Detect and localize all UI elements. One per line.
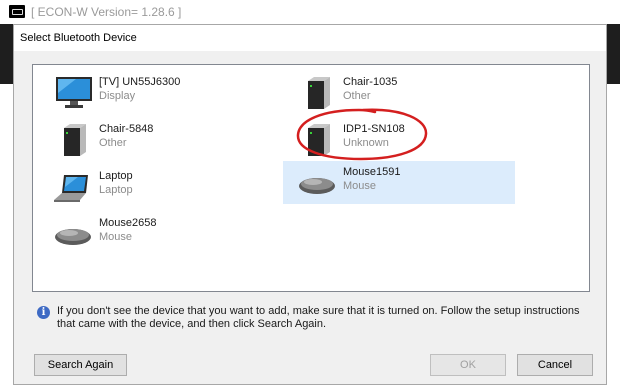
computer-tower-icon — [308, 77, 330, 109]
dialog-title-bar: Select Bluetooth Device — [14, 25, 606, 51]
device-name: Chair-5848 — [99, 123, 154, 135]
dialog-title: Select Bluetooth Device — [20, 32, 137, 44]
device-type: Mouse — [99, 231, 133, 243]
mouse-icon — [299, 178, 335, 194]
info-icon: i — [37, 306, 50, 319]
mouse-icon — [55, 229, 91, 245]
computer-tower-icon — [64, 124, 86, 156]
app-title-bar: [ ECON-W Version= 1.28.6 ] — [0, 0, 620, 24]
cancel-button[interactable]: Cancel — [517, 354, 593, 376]
device-type: Mouse — [343, 180, 377, 192]
app-background-panel-left — [0, 24, 13, 84]
device-type: Display — [99, 90, 136, 102]
device-type: Other — [343, 90, 371, 102]
device-type: Unknown — [343, 137, 389, 149]
device-name: [TV] UN55J6300 — [99, 76, 181, 88]
device-item-idp1-sn108[interactable]: IDP1-SN108 Unknown — [283, 118, 515, 161]
device-name: Laptop — [99, 170, 133, 182]
select-bluetooth-device-dialog: Select Bluetooth Device [TV] UN55J6300 D… — [13, 24, 607, 385]
info-message: If you don't see the device that you wan… — [57, 305, 580, 330]
device-name: Mouse1591 — [343, 166, 401, 178]
device-name: Mouse2658 — [99, 217, 157, 229]
device-item-tv-un55j6300[interactable]: [TV] UN55J6300 Display — [39, 71, 271, 114]
app-title: [ ECON-W Version= 1.28.6 ] — [31, 5, 182, 19]
computer-tower-icon — [308, 124, 330, 156]
search-again-button[interactable]: Search Again — [34, 354, 127, 376]
device-item-mouse1591[interactable]: Mouse1591 Mouse — [283, 161, 515, 204]
device-item-chair-5848[interactable]: Chair-5848 Other — [39, 118, 271, 161]
device-type: Laptop — [99, 184, 133, 196]
laptop-icon — [54, 175, 88, 202]
device-item-laptop[interactable]: Laptop Laptop — [39, 165, 271, 208]
monitor-icon — [56, 77, 92, 108]
device-item-chair-1035[interactable]: Chair-1035 Other — [283, 71, 515, 114]
device-item-mouse2658[interactable]: Mouse2658 Mouse — [39, 212, 271, 255]
ok-button[interactable]: OK — [430, 354, 506, 376]
device-name: Chair-1035 — [343, 76, 398, 88]
device-name: IDP1-SN108 — [343, 123, 405, 135]
device-type: Other — [99, 137, 127, 149]
device-list[interactable]: [TV] UN55J6300 Display Chair-1035 Other … — [32, 64, 590, 292]
app-background-panel-right — [607, 24, 620, 84]
app-logo-icon — [9, 5, 25, 18]
